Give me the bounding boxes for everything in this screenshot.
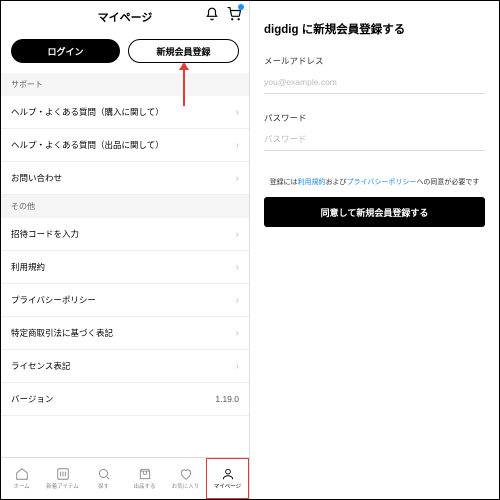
email-label: メールアドレス: [264, 55, 485, 67]
list-item[interactable]: 招待コードを入力 ›: [1, 218, 249, 251]
chevron-right-icon: ›: [236, 295, 239, 306]
password-field[interactable]: [264, 128, 485, 151]
signup-button[interactable]: 新規会員登録: [128, 39, 239, 63]
chevron-right-icon: ›: [236, 107, 239, 118]
new-icon: [56, 467, 70, 481]
section-header: その他: [1, 195, 249, 218]
nav-label: お気に入り: [172, 482, 200, 490]
nav-mypage[interactable]: マイページ: [206, 458, 249, 499]
chevron-right-icon: ›: [236, 140, 239, 151]
cart-icon[interactable]: [227, 7, 241, 21]
favorite-icon: [179, 467, 193, 481]
nav-label: 探す: [98, 482, 109, 490]
nav-label: ホーム: [13, 482, 29, 490]
register-button[interactable]: 同意して新規会員登録する: [264, 197, 485, 227]
list-item-label: 利用規約: [11, 261, 45, 273]
terms-link[interactable]: 利用規約: [298, 179, 326, 186]
home-icon: [15, 467, 29, 481]
mypage-icon: [221, 467, 235, 481]
nav-sell[interactable]: 出品する: [124, 458, 165, 499]
list-item-label: ヘルプ・よくある質問（購入に関して）: [11, 106, 164, 118]
list-item[interactable]: 利用規約 ›: [1, 251, 249, 284]
sell-icon: [138, 467, 152, 481]
nav-label: マイページ: [214, 482, 241, 490]
bell-icon[interactable]: [205, 7, 219, 21]
page-title: マイページ: [98, 9, 153, 25]
nav-label: 新着アイテム: [46, 482, 78, 490]
list-item[interactable]: プライバシーポリシー ›: [1, 284, 249, 317]
register-title: digdig に新規会員登録する: [264, 21, 485, 37]
nav-search[interactable]: 探す: [83, 458, 124, 499]
section-header: サポート: [1, 73, 249, 96]
list-item[interactable]: ライセンス表記 ›: [1, 350, 249, 383]
chevron-right-icon: ›: [236, 262, 239, 273]
nav-new[interactable]: 新着アイテム: [42, 458, 83, 499]
privacy-link[interactable]: プライバシーポリシー: [347, 179, 417, 186]
login-button[interactable]: ログイン: [11, 39, 120, 63]
left-header: マイページ: [1, 1, 249, 33]
chevron-right-icon: ›: [236, 328, 239, 339]
chevron-right-icon: ›: [236, 229, 239, 240]
list-item-label: 招待コードを入力: [11, 228, 79, 240]
list-item-value: 1.19.0: [215, 394, 239, 404]
signup-button-label: 新規会員登録: [156, 45, 210, 58]
cart-badge: [238, 4, 244, 10]
password-label: パスワード: [264, 112, 485, 124]
email-field[interactable]: [264, 71, 485, 94]
list-item-label: お問い合わせ: [11, 172, 62, 184]
list-item[interactable]: バージョン 1.19.0: [1, 383, 249, 416]
chevron-right-icon: ›: [236, 173, 239, 184]
list-item[interactable]: 特定商取引法に基づく表記 ›: [1, 317, 249, 350]
nav-label: 出品する: [133, 482, 155, 490]
search-icon: [97, 467, 111, 481]
list-item-label: ヘルプ・よくある質問（出品に関して）: [11, 139, 164, 151]
nav-favorite[interactable]: お気に入り: [165, 458, 206, 499]
list-item-label: バージョン: [11, 393, 53, 405]
list-item[interactable]: ヘルプ・よくある質問（出品に関して） ›: [1, 129, 249, 162]
agree-text: 登録には利用規約およびプライバシーポリシーへの同意が必要です: [264, 177, 485, 187]
chevron-right-icon: ›: [236, 361, 239, 372]
list-item-label: 特定商取引法に基づく表記: [11, 327, 113, 339]
list-item-label: ライセンス表記: [11, 360, 70, 372]
nav-home[interactable]: ホーム: [1, 458, 42, 499]
list-item-label: プライバシーポリシー: [11, 294, 96, 306]
list-item[interactable]: お問い合わせ ›: [1, 162, 249, 195]
list-item[interactable]: ヘルプ・よくある質問（購入に関して） ›: [1, 96, 249, 129]
pointer-arrow: [179, 62, 189, 106]
